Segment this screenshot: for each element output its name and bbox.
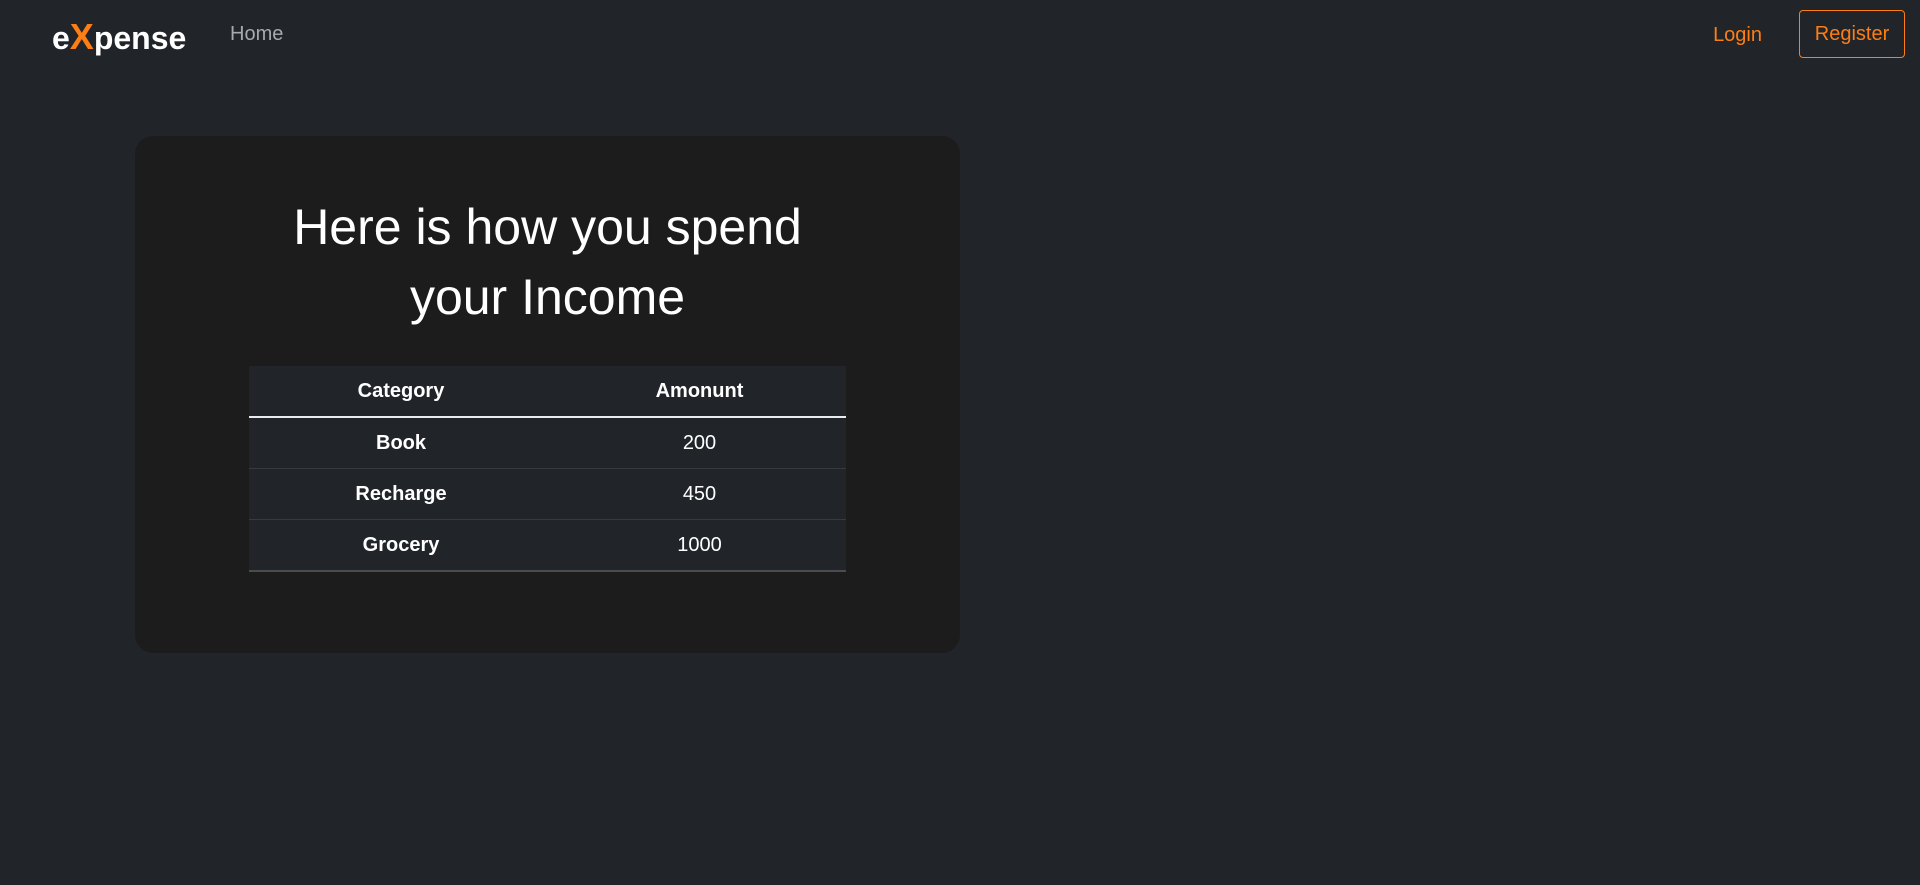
cell-category: Book [249,417,553,469]
cell-amount: 1000 [553,519,846,572]
brand-logo[interactable]: eXpense [52,16,186,58]
spending-card: Here is how you spend your Income Catego… [135,136,960,653]
register-button[interactable]: Register [1799,10,1905,58]
login-link[interactable]: Login [1713,24,1762,47]
table-row: Grocery 1000 [249,519,846,572]
nav-home-link[interactable]: Home [230,23,283,46]
brand-suffix: pense [93,20,187,56]
cell-category: Grocery [249,519,553,572]
spending-table-wrapper: Category Amonunt Book 200 Recharge 450 G… [249,366,846,572]
table-header-row: Category Amonunt [249,366,846,418]
table-body: Book 200 Recharge 450 Grocery 1000 [249,417,846,572]
table-header: Category Amonunt [249,366,846,418]
brand-prefix: e [52,20,70,56]
table-row: Book 200 [249,417,846,469]
column-header-amount: Amonunt [553,366,846,418]
cell-amount: 200 [553,417,846,469]
page-title-line1: Here is how you spend [293,199,802,255]
navbar: eXpense Home Login Register [0,0,1920,70]
brand-highlight: X [69,16,94,57]
page-title-line2: your Income [409,269,686,325]
cell-category: Recharge [249,468,553,520]
column-header-category: Category [249,366,553,418]
table-row: Recharge 450 [249,468,846,520]
page-title: Here is how you spend your Income [135,192,960,332]
spending-table: Category Amonunt Book 200 Recharge 450 G… [249,366,846,572]
cell-amount: 450 [553,468,846,520]
